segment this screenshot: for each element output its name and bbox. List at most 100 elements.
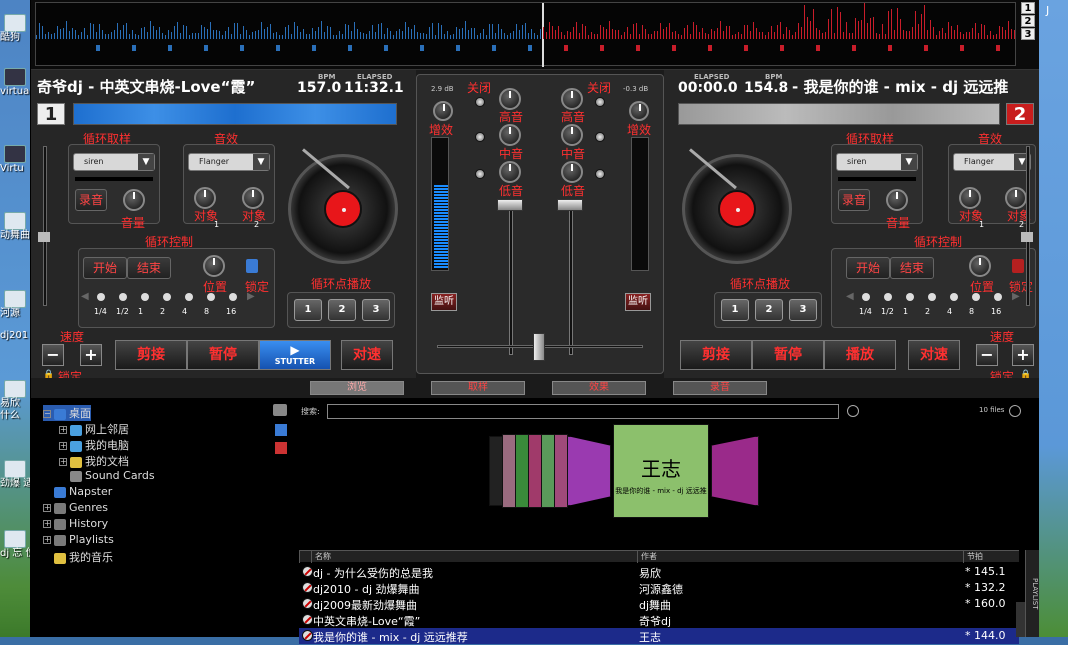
tree-item[interactable]: 我的音乐: [43, 549, 113, 565]
album-cover[interactable]: [528, 434, 542, 508]
deck-2-turntable[interactable]: [682, 154, 792, 264]
album-cover[interactable]: [554, 434, 568, 508]
gain-left-knob[interactable]: [433, 101, 453, 121]
tree-item[interactable]: + 我的文档: [59, 453, 129, 469]
pitch-slider-handle[interactable]: [38, 232, 50, 242]
desktop-icon[interactable]: 酷狗: [0, 14, 30, 44]
tree-item[interactable]: Napster: [43, 485, 112, 498]
volume-fader-right-cap[interactable]: [557, 199, 583, 211]
deck-2-sync-button[interactable]: 对速: [908, 340, 960, 370]
deck-1-song-position[interactable]: [73, 103, 397, 125]
loop-position-knob[interactable]: [969, 255, 991, 277]
eq-low-right-knob[interactable]: [561, 161, 583, 183]
deck-1-pause-button[interactable]: 暂停: [187, 340, 259, 370]
kill-mid-left-button[interactable]: [475, 132, 485, 142]
playlist-tab[interactable]: PLAYLIST: [1025, 550, 1039, 637]
sampler-select[interactable]: siren ▼: [73, 153, 155, 171]
album-cover[interactable]: [567, 436, 611, 506]
cue-1-button[interactable]: 1: [721, 299, 749, 321]
cover-flow[interactable]: 王志 我是你的谁 - mix - dj 远远推: [299, 422, 1034, 547]
desktop-icon[interactable]: 河源: [0, 290, 30, 320]
loop-size-button[interactable]: [862, 293, 870, 301]
loop-size-button[interactable]: [163, 293, 171, 301]
tab-sampler[interactable]: 取样: [431, 381, 525, 395]
tree-item[interactable]: Sound Cards: [59, 469, 155, 482]
tab-record[interactable]: 录音: [673, 381, 767, 395]
album-cover[interactable]: [502, 434, 516, 508]
album-cover[interactable]: [515, 434, 529, 508]
tree-item[interactable]: + Playlists: [43, 533, 114, 546]
loop-in-button[interactable]: 开始: [83, 257, 127, 279]
cue-2-button[interactable]: 2: [328, 299, 356, 321]
search-options-icon[interactable]: [847, 405, 859, 417]
album-cover[interactable]: [489, 436, 503, 506]
tree-item[interactable]: + 我的电脑: [59, 437, 129, 453]
loop-size-button[interactable]: [906, 293, 914, 301]
deck-2-song-position[interactable]: [678, 103, 1000, 125]
table-row[interactable]: dj2010 - dj 劲爆舞曲 河源鑫德 * 132.2: [299, 580, 1019, 596]
cue-1-button[interactable]: 1: [294, 299, 322, 321]
add-folder-icon[interactable]: [275, 424, 287, 436]
kill-high-left-button[interactable]: [475, 97, 485, 107]
tree-item[interactable]: + 网上邻居: [59, 421, 129, 437]
loop-prev-icon[interactable]: ◀: [81, 291, 89, 302]
loop-size-button[interactable]: [229, 293, 237, 301]
desktop-icon[interactable]: 什么: [0, 410, 30, 422]
desktop-icon[interactable]: dj201: [0, 330, 30, 342]
expand-toggle-icon[interactable]: +: [43, 536, 51, 544]
loop-size-button[interactable]: [97, 293, 105, 301]
loop-size-button[interactable]: [185, 293, 193, 301]
loop-in-button[interactable]: 开始: [846, 257, 890, 279]
cue-3-button[interactable]: 3: [789, 299, 817, 321]
deck-1-play-button[interactable]: ▶ STUTTER: [259, 340, 331, 370]
volume-fader-left[interactable]: [509, 199, 513, 355]
loop-size-button[interactable]: [928, 293, 936, 301]
deck-1-sync-button[interactable]: 对速: [341, 340, 393, 370]
deck-1-turntable[interactable]: [288, 154, 398, 264]
deck-2-pause-button[interactable]: 暂停: [752, 340, 824, 370]
lock-icon[interactable]: [1012, 259, 1024, 273]
loop-size-button[interactable]: [994, 293, 1002, 301]
table-row[interactable]: dj2009最新劲爆舞曲 dj舞曲 * 160.0: [299, 596, 1019, 612]
tab-effects[interactable]: 效果: [552, 381, 646, 395]
cue-3-button[interactable]: 3: [362, 299, 390, 321]
column-title[interactable]: 名称: [311, 551, 637, 563]
view-options-icon[interactable]: [1009, 405, 1021, 417]
table-row[interactable]: dj - 为什么受伤的总是我 易欣 * 145.1: [299, 564, 1019, 580]
desktop-icon[interactable]: 易欣: [0, 380, 30, 410]
effect-param1-knob[interactable]: [194, 187, 216, 209]
expand-toggle-icon[interactable]: −: [43, 410, 51, 418]
deck-2-play-button[interactable]: 播放: [824, 340, 896, 370]
album-cover[interactable]: [711, 436, 759, 506]
eq-high-right-knob[interactable]: [561, 88, 583, 110]
desktop-icon[interactable]: dj 忘 伤 现: [0, 530, 30, 560]
search-input[interactable]: [327, 404, 839, 419]
tree-item[interactable]: − 桌面: [43, 405, 91, 421]
lock-icon[interactable]: [246, 259, 258, 273]
sampler-volume-knob[interactable]: [123, 189, 145, 211]
loop-position-knob[interactable]: [203, 255, 225, 277]
kill-low-right-button[interactable]: [595, 169, 605, 179]
effect-param1-knob[interactable]: [959, 187, 981, 209]
pitch-down-button[interactable]: −: [976, 344, 998, 366]
loop-out-button[interactable]: 结束: [127, 257, 171, 279]
expand-toggle-icon[interactable]: +: [59, 442, 67, 450]
zoom-button-2[interactable]: 2: [1021, 15, 1035, 27]
expand-toggle-icon[interactable]: +: [43, 504, 51, 512]
eq-mid-right-knob[interactable]: [561, 124, 583, 146]
deck-2-cue-button[interactable]: 剪接: [680, 340, 752, 370]
file-list-scrollbar[interactable]: [1016, 602, 1025, 637]
deck-1-pitch-slider[interactable]: [43, 146, 47, 306]
table-row[interactable]: 我是你的谁 - mix - dj 远远推荐 王志 * 144.0: [299, 628, 1019, 644]
expand-toggle-icon[interactable]: +: [59, 426, 67, 434]
zoom-button-3[interactable]: 3: [1021, 28, 1035, 40]
effect-select[interactable]: Flanger ▼: [188, 153, 270, 171]
sampler-volume-knob[interactable]: [886, 189, 908, 211]
gain-right-knob[interactable]: [629, 101, 649, 121]
loop-size-button[interactable]: [119, 293, 127, 301]
pitch-down-button[interactable]: −: [42, 344, 64, 366]
deck-1-cue-button[interactable]: 剪接: [115, 340, 187, 370]
kill-mid-right-button[interactable]: [595, 132, 605, 142]
effect-param2-knob[interactable]: [242, 187, 264, 209]
pitch-up-button[interactable]: +: [1012, 344, 1034, 366]
